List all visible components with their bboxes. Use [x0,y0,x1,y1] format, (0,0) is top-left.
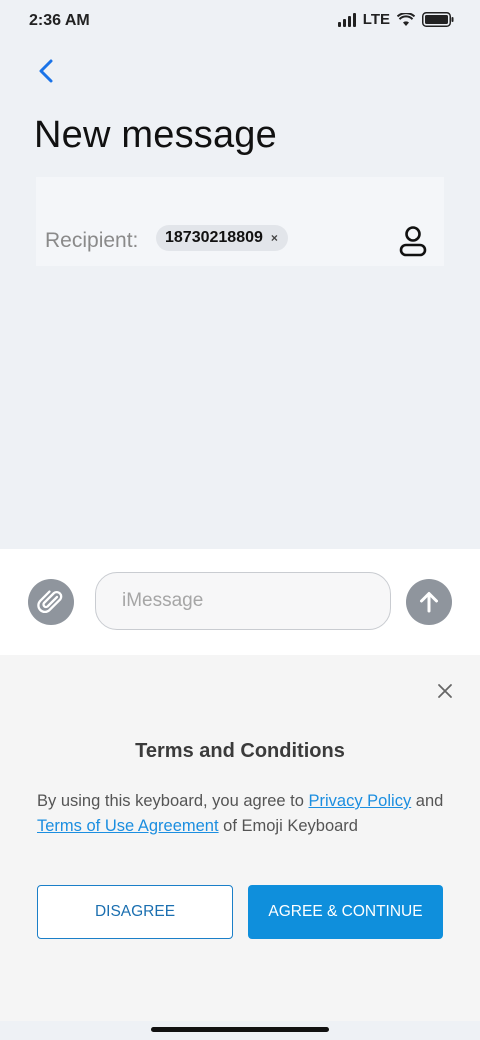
disagree-button[interactable]: DISAGREE [37,885,233,939]
arrow-up-icon [420,592,438,613]
terms-text-intro: By using this keyboard, you agree to [37,792,309,810]
recipient-label: Recipient: [45,229,139,252]
home-indicator[interactable] [151,1027,329,1032]
recipient-chip[interactable]: 18730218809 × [156,225,288,251]
recipient-chip-value: 18730218809 [165,229,263,246]
wifi-icon [397,12,415,26]
battery-icon [422,12,454,27]
back-button[interactable] [34,56,60,86]
remove-recipient-icon[interactable]: × [271,231,278,245]
chevron-left-icon [39,59,53,83]
terms-sheet: Terms and Conditions By using this keybo… [0,655,480,1021]
page-title: New message [34,114,277,156]
close-button[interactable] [433,679,457,703]
compose-bar [0,549,480,655]
add-contact-button[interactable] [398,225,428,257]
send-button[interactable] [406,579,452,625]
network-type: LTE [362,11,390,28]
terms-text-and: and [411,792,444,810]
person-icon [399,226,427,257]
terms-text-outro: of Emoji Keyboard [218,817,358,835]
agree-continue-button[interactable]: AGREE & CONTINUE [248,885,443,939]
terms-title: Terms and Conditions [135,740,345,762]
signal-icon [337,12,356,27]
terms-of-use-link[interactable]: Terms of Use Agreement [37,817,219,835]
recipient-field[interactable]: Recipient: 18730218809 × [36,177,444,266]
status-bar-right: LTE [337,11,454,28]
attach-button[interactable] [28,579,74,625]
privacy-policy-link[interactable]: Privacy Policy [309,792,412,810]
paperclip-icon [37,590,63,613]
status-time: 2:36 AM [29,12,90,29]
close-icon [438,684,452,698]
message-input[interactable] [95,572,391,630]
terms-text: By using this keyboard, you agree to Pri… [37,789,467,839]
